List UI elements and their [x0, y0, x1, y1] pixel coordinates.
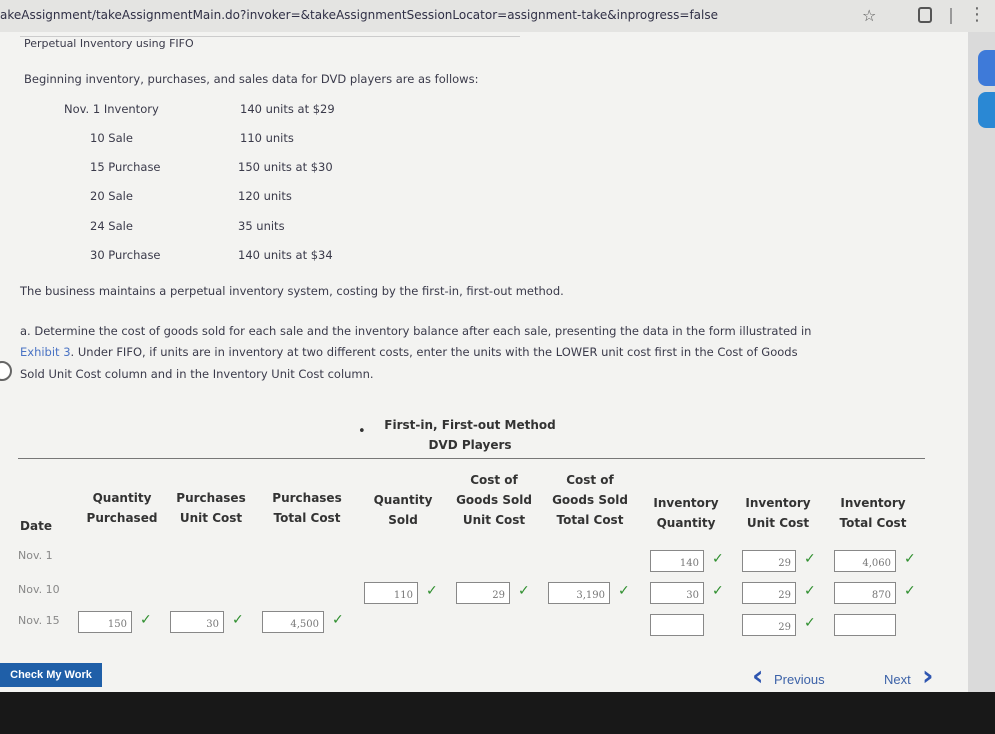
screen-bezel — [0, 692, 995, 734]
check-icon: ✓ — [804, 615, 816, 631]
data-row-value: 140 units at $34 — [238, 248, 333, 262]
header-inventory-unit-cost: Unit Cost — [746, 516, 810, 530]
chevron-right-icon[interactable]: › — [922, 659, 934, 692]
check-icon: ✓ — [332, 612, 344, 628]
business-note: The business maintains a perpetual inven… — [20, 284, 564, 298]
browser-menu-icon[interactable]: ⋮ — [968, 4, 986, 25]
check-icon: ✓ — [518, 583, 530, 599]
check-icon: ✓ — [140, 612, 152, 628]
header-qty-purchased: Purchased — [86, 511, 158, 525]
nov10-qty-sold-input[interactable] — [364, 582, 418, 604]
title-divider — [20, 36, 520, 37]
row-date-nov-15: Nov. 15 — [18, 614, 60, 627]
nov15-purchases-unit-cost-input[interactable] — [170, 611, 224, 633]
browser-toolbar: akeAssignment/takeAssignmentMain.do?invo… — [0, 0, 995, 32]
next-button[interactable]: Next — [884, 672, 911, 687]
check-my-work-button[interactable]: Check My Work — [0, 663, 102, 687]
browser-sidebar — [968, 32, 995, 692]
instruction-line-1: a. Determine the cost of goods sold for … — [20, 324, 812, 338]
header-qty-sold: Sold — [388, 513, 418, 527]
bullet-icon: • — [358, 424, 366, 439]
nov15-inventory-quantity-input[interactable] — [650, 614, 704, 636]
header-cogs-total-cost: Total Cost — [556, 513, 624, 527]
check-icon: ✓ — [232, 612, 244, 628]
extension-icon[interactable] — [918, 7, 932, 23]
header-purchases-total-cost: Purchases — [272, 491, 342, 505]
header-inventory-unit-cost: Inventory — [745, 496, 811, 510]
nov1-inventory-quantity-input[interactable] — [650, 550, 704, 572]
check-icon: ✓ — [712, 551, 724, 567]
nov15-purchases-total-cost-input[interactable] — [262, 611, 324, 633]
data-row-date: 24 Sale — [90, 219, 133, 233]
data-row-value: 110 units — [240, 131, 294, 145]
data-row-date: 30 Purchase — [90, 248, 161, 262]
data-row-date: Nov. 1 Inventory — [64, 102, 159, 116]
check-icon: ✓ — [804, 551, 816, 567]
check-icon: ✓ — [804, 583, 816, 599]
row-date-nov-10: Nov. 10 — [18, 583, 60, 596]
address-bar-url[interactable]: akeAssignment/takeAssignmentMain.do?invo… — [0, 8, 718, 22]
table-title: First-in, First-out Method — [384, 418, 556, 432]
data-row-value: 140 units at $29 — [240, 102, 335, 116]
data-row-date: 10 Sale — [90, 131, 133, 145]
header-cogs-unit-cost: Unit Cost — [462, 513, 526, 527]
data-row-date: 15 Purchase — [90, 160, 161, 174]
nov15-inventory-unit-cost-input[interactable] — [742, 614, 796, 636]
check-icon: ✓ — [904, 583, 916, 599]
data-row-date: 20 Sale — [90, 189, 133, 203]
header-purchases-unit-cost: Unit Cost — [179, 511, 243, 525]
nov15-inventory-total-cost-input[interactable] — [834, 614, 896, 636]
intro-text: Beginning inventory, purchases, and sale… — [24, 72, 479, 86]
header-qty-sold: Quantity — [373, 493, 433, 507]
data-row-value: 150 units at $30 — [238, 160, 333, 174]
table-divider — [18, 458, 925, 459]
nov10-cogs-total-cost-input[interactable] — [548, 582, 610, 604]
check-icon: ✓ — [618, 583, 630, 599]
header-purchases-unit-cost: Purchases — [176, 491, 246, 505]
row-date-nov-1: Nov. 1 — [18, 549, 53, 562]
check-icon: ✓ — [904, 551, 916, 567]
nov10-inventory-quantity-input[interactable] — [650, 582, 704, 604]
problem-title: Perpetual Inventory using FIFO — [24, 37, 194, 50]
data-row-value: 35 units — [238, 219, 285, 233]
data-row-value: 120 units — [238, 189, 292, 203]
header-inventory-total-cost: Total Cost — [839, 516, 907, 530]
header-purchases-total-cost: Total Cost — [273, 511, 341, 525]
sidebar-assistant-icon[interactable] — [978, 92, 995, 128]
nov10-inventory-total-cost-input[interactable] — [834, 582, 896, 604]
toolbar-divider — [950, 8, 952, 24]
header-inventory-total-cost: Inventory — [840, 496, 906, 510]
header-cogs-unit-cost: Goods Sold — [456, 493, 532, 507]
sidebar-app-icon[interactable] — [978, 50, 995, 86]
check-icon: ✓ — [426, 583, 438, 599]
check-icon: ✓ — [712, 583, 724, 599]
nov1-inventory-unit-cost-input[interactable] — [742, 550, 796, 572]
header-cogs-total-cost: Cost of — [566, 473, 614, 487]
nov10-inventory-unit-cost-input[interactable] — [742, 582, 796, 604]
instruction-line-2: Exhibit 3. Under FIFO, if units are in i… — [20, 345, 798, 359]
bookmark-star-icon[interactable]: ☆ — [862, 6, 876, 25]
previous-button[interactable]: Previous — [774, 672, 825, 687]
header-date: Date — [20, 519, 52, 533]
header-qty-purchased: Quantity — [92, 491, 152, 505]
table-subtitle: DVD Players — [428, 438, 512, 452]
exhibit-link[interactable]: Exhibit 3 — [20, 345, 71, 359]
header-cogs-total-cost: Goods Sold — [552, 493, 628, 507]
nov1-inventory-total-cost-input[interactable] — [834, 550, 896, 572]
header-inventory-quantity: Quantity — [656, 516, 716, 530]
header-inventory-quantity: Inventory — [653, 496, 719, 510]
nov10-cogs-unit-cost-input[interactable] — [456, 582, 510, 604]
header-cogs-unit-cost: Cost of — [470, 473, 518, 487]
instruction-line-2-text: . Under FIFO, if units are in inventory … — [70, 345, 798, 359]
instruction-line-3: Sold Unit Cost column and in the Invento… — [20, 367, 374, 381]
chevron-left-icon[interactable]: ‹ — [752, 659, 764, 692]
nov15-qty-purchased-input[interactable] — [78, 611, 132, 633]
